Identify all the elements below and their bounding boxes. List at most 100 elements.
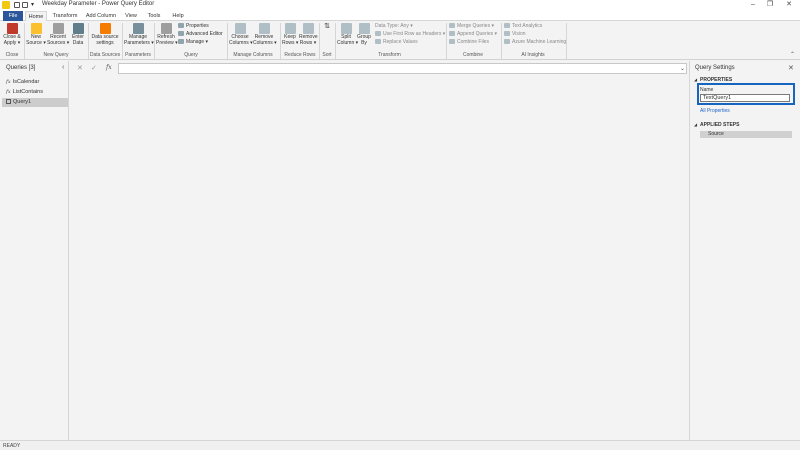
text-analytics-button[interactable]: Text Analytics xyxy=(504,23,542,30)
tab-view[interactable]: View xyxy=(122,11,140,21)
choose-columns-button[interactable]: Choose Columns ▾ xyxy=(229,23,253,46)
group-label-combine: Combine xyxy=(462,52,483,58)
close-settings-button[interactable]: ✕ xyxy=(788,64,794,72)
title-bar: ▾ Weekday Parameter - Power Query Editor… xyxy=(0,0,800,10)
refresh-preview-button[interactable]: Refresh Preview ▾ xyxy=(156,23,178,46)
group-label-query: Query xyxy=(184,52,198,58)
keep-rows-icon xyxy=(284,23,296,34)
sort-ascending-icon[interactable]: ⇅ xyxy=(322,23,332,29)
remove-rows-icon xyxy=(302,23,314,34)
formula-bar: ✕ ✓ fx ⌄ xyxy=(71,63,687,76)
expand-formula-icon[interactable]: ⌄ xyxy=(680,65,685,72)
collapse-ribbon-icon[interactable]: ⌃ xyxy=(790,51,795,58)
applied-step-source[interactable]: Source xyxy=(700,131,792,138)
cancel-formula-button[interactable]: ✕ xyxy=(77,64,83,72)
data-source-settings-button[interactable]: Data source settings xyxy=(90,23,120,46)
function-icon: fx xyxy=(6,79,11,85)
replace-values-button[interactable]: Replace Values xyxy=(375,39,418,46)
quick-access-dropdown-icon[interactable]: ▾ xyxy=(31,1,34,8)
group-label-ai-insights: AI Insights xyxy=(521,52,545,58)
remove-columns-icon xyxy=(258,23,270,34)
name-label: Name xyxy=(700,87,714,93)
tab-file[interactable]: File xyxy=(3,11,23,21)
close-apply-button[interactable]: Close & Apply ▾ xyxy=(2,23,22,46)
queries-panel: Queries [3] ‹ fx IsCalendar fx ListContain… xyxy=(0,61,69,441)
data-type-dropdown[interactable]: Data Type: Any ▾ xyxy=(375,23,413,30)
close-apply-icon xyxy=(6,23,18,34)
advanced-editor-button[interactable]: Advanced Editor xyxy=(178,31,223,38)
commit-formula-button[interactable]: ✓ xyxy=(91,64,97,72)
status-text: READY xyxy=(3,443,21,449)
vision-button[interactable]: Vision xyxy=(504,31,526,38)
fx-icon: fx xyxy=(106,64,112,71)
group-by-button[interactable]: Group By xyxy=(357,23,371,46)
tab-tools[interactable]: Tools xyxy=(144,11,164,21)
recent-sources-icon xyxy=(52,23,64,34)
query-item-query1[interactable]: Query1 xyxy=(2,98,68,107)
applied-steps-header: APPLIED STEPS xyxy=(700,122,740,128)
merge-queries-label: Merge Queries ▾ xyxy=(457,23,494,29)
keep-rows-label: Keep Rows ▾ xyxy=(282,34,299,46)
merge-queries-icon xyxy=(449,23,455,28)
close-window-button[interactable]: ✕ xyxy=(782,0,796,10)
save-icon[interactable] xyxy=(14,2,20,8)
query-item-iscalendar[interactable]: fx IsCalendar xyxy=(2,78,68,87)
collapse-panel-icon[interactable]: ‹ xyxy=(62,64,64,71)
azure-ml-icon xyxy=(504,39,510,44)
append-queries-button[interactable]: Append Queries ▾ xyxy=(449,31,497,38)
manage-parameters-label: Manage Parameters ▾ xyxy=(124,34,154,46)
use-first-row-label: Use First Row as Headers ▾ xyxy=(383,31,446,37)
tab-transform[interactable]: Transform xyxy=(50,11,80,21)
gear-icon xyxy=(99,23,111,34)
tab-add-column[interactable]: Add Column xyxy=(85,11,117,21)
ribbon-separator xyxy=(566,23,567,59)
replace-values-label: Replace Values xyxy=(383,39,418,45)
all-properties-link[interactable]: All Properties xyxy=(700,108,730,114)
azure-ml-button[interactable]: Azure Machine Learning xyxy=(504,39,566,46)
advanced-editor-icon xyxy=(178,31,184,36)
data-type-label: Data Type: Any ▾ xyxy=(375,23,413,29)
manage-parameters-button[interactable]: Manage Parameters ▾ xyxy=(124,23,154,46)
minimize-button[interactable]: – xyxy=(746,0,760,10)
formula-input[interactable] xyxy=(118,63,687,74)
split-column-button[interactable]: Split Column ▾ xyxy=(337,23,358,46)
query-name-input[interactable]: TextQuery1 xyxy=(700,94,790,102)
new-source-button[interactable]: New Source ▾ xyxy=(26,23,46,46)
group-label-sort: Sort xyxy=(322,52,332,58)
remove-rows-button[interactable]: Remove Rows ▾ xyxy=(299,23,318,46)
query-item-listcontains[interactable]: fx ListContains xyxy=(2,88,68,97)
remove-columns-button[interactable]: Remove Columns ▾ xyxy=(253,23,277,46)
recent-sources-button[interactable]: Recent Sources ▾ xyxy=(47,23,69,46)
use-first-row-button[interactable]: Use First Row as Headers ▾ xyxy=(375,31,445,38)
use-first-row-icon xyxy=(375,31,381,36)
parameters-icon xyxy=(132,23,144,34)
choose-columns-label: Choose Columns ▾ xyxy=(229,34,253,46)
manage-label: Manage ▾ xyxy=(186,39,208,45)
remove-columns-label: Remove Columns ▾ xyxy=(253,34,277,46)
new-source-label: New Source ▾ xyxy=(26,34,46,46)
refresh-preview-label: Refresh Preview ▾ xyxy=(156,34,178,46)
function-icon: fx xyxy=(6,89,11,95)
tab-home[interactable]: Home xyxy=(25,11,47,21)
collapse-steps-icon[interactable]: ◢ xyxy=(694,122,697,127)
query-item-label: ListContains xyxy=(12,89,43,95)
properties-icon xyxy=(178,23,184,28)
merge-queries-button[interactable]: Merge Queries ▾ xyxy=(449,23,494,30)
collapse-properties-icon[interactable]: ◢ xyxy=(694,77,697,82)
refresh-icon xyxy=(160,23,172,34)
combine-files-button[interactable]: Combine Files xyxy=(449,39,489,46)
keep-rows-button[interactable]: Keep Rows ▾ xyxy=(282,23,298,46)
group-by-label: Group By xyxy=(357,34,371,46)
query-item-label: Query1 xyxy=(13,99,32,105)
maximize-button[interactable]: ❐ xyxy=(763,0,777,10)
ribbon: Close & Apply ▾ Close New Source ▾ Recen… xyxy=(0,21,800,60)
group-label-close: Close xyxy=(5,52,19,58)
new-source-icon xyxy=(30,23,42,34)
properties-button[interactable]: Properties xyxy=(178,23,209,30)
choose-columns-icon xyxy=(234,23,246,34)
manage-button[interactable]: Manage ▾ xyxy=(178,39,208,46)
replace-values-icon xyxy=(375,39,381,44)
tab-help[interactable]: Help xyxy=(168,11,188,21)
undo-icon[interactable] xyxy=(22,2,28,8)
enter-data-button[interactable]: Enter Data xyxy=(70,23,86,46)
